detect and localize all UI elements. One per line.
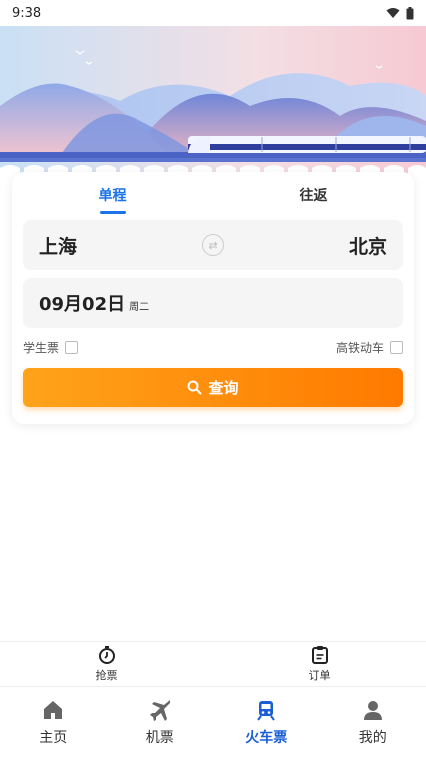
tab-one-way-label: 单程: [98, 188, 127, 204]
airplane-icon: [149, 699, 171, 721]
bottom-nav: 主页 机票 火车票 我的: [0, 688, 426, 758]
nav-home[interactable]: 主页: [0, 688, 107, 758]
clipboard-icon: [310, 645, 330, 665]
highspeed-label: 高铁动车: [335, 340, 384, 355]
banner-illustration: [0, 26, 426, 176]
student-ticket-checkbox[interactable]: [65, 340, 79, 354]
status-time: 9:38: [12, 5, 42, 21]
orders-label: 订单: [308, 669, 331, 682]
trip-type-tabs: 单程 往返: [12, 172, 414, 218]
departure-date: 09月02日: [39, 294, 126, 315]
tab-round-trip-label: 往返: [299, 188, 328, 204]
date-selector[interactable]: 09月02日 周二: [23, 278, 403, 328]
secondary-nav: 抢票 订单: [0, 641, 426, 687]
battery-icon: [406, 6, 414, 20]
orders-item[interactable]: 订单: [213, 642, 426, 686]
grab-ticket-label: 抢票: [95, 669, 118, 682]
arrival-city[interactable]: 北京: [349, 232, 387, 259]
wifi-icon: [386, 7, 400, 19]
search-card: 单程 往返 上海 ⇄ 北京 09月02日 周二 学生票 高铁动车 查询: [12, 172, 414, 424]
grab-ticket-item[interactable]: 抢票: [0, 642, 213, 686]
nav-flights[interactable]: 机票: [107, 688, 214, 758]
query-button-label: 查询: [208, 379, 239, 397]
highspeed-checkbox[interactable]: [390, 340, 403, 354]
query-button[interactable]: 查询: [23, 368, 403, 407]
highspeed-option[interactable]: 高铁动车: [336, 339, 403, 356]
student-ticket-option[interactable]: 学生票: [23, 339, 79, 356]
train-icon: [255, 699, 277, 721]
student-ticket-label: 学生票: [23, 340, 60, 355]
nav-profile-label: 我的: [358, 730, 387, 746]
status-bar: 9:38: [0, 0, 426, 26]
stopwatch-icon: [97, 645, 117, 665]
nav-train[interactable]: 火车票: [213, 688, 320, 758]
active-tab-indicator: [99, 211, 126, 214]
home-icon: [42, 699, 64, 721]
route-selector: 上海 ⇄ 北京: [23, 220, 403, 270]
ticket-options: 学生票 高铁动车: [23, 336, 403, 358]
swap-icon[interactable]: ⇄: [202, 234, 224, 256]
nav-home-label: 主页: [39, 730, 68, 746]
tab-one-way[interactable]: 单程: [12, 172, 213, 218]
nav-train-label: 火车票: [245, 730, 288, 746]
nav-flights-label: 机票: [145, 730, 174, 746]
departure-weekday: 周二: [129, 301, 150, 313]
nav-profile[interactable]: 我的: [320, 688, 426, 758]
tab-round-trip[interactable]: 往返: [213, 172, 414, 218]
search-icon: [187, 380, 202, 395]
user-icon: [362, 699, 384, 721]
departure-city[interactable]: 上海: [39, 232, 77, 259]
